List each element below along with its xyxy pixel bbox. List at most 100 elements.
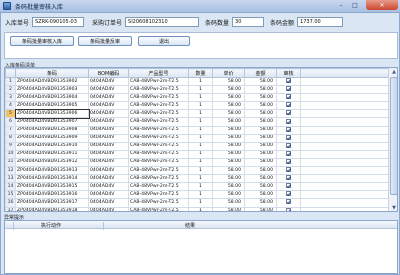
barcode-amount-field[interactable]: 1737.00 [297, 17, 344, 27]
cell-barcode[interactable]: ZP0404AD4VBD91353904 [15, 93, 89, 103]
cell-qty[interactable]: 1 [188, 93, 213, 103]
cell-barcode[interactable]: ZP0404AD4VBD91353911 [15, 149, 89, 159]
grid-scrollbar[interactable]: ▲ ▼ [388, 68, 397, 211]
scroll-up-icon[interactable]: ▲ [389, 68, 397, 76]
cell-model[interactable]: CAB-48VPwr-2m-T2.5 [128, 174, 189, 184]
cell-model[interactable]: CAB-48VPwr-2m-T2.5 [128, 149, 189, 159]
cell-barcode[interactable]: ZP0404AD4VBD91353908 [15, 125, 89, 135]
col-header-barcode[interactable]: 条码 [15, 68, 89, 78]
review-checkbox[interactable] [286, 94, 291, 100]
table-row[interactable]: 15 ZP0404AD4VBD91353916 0404AD4V CAB-48VPwr… [5, 190, 389, 200]
cell-price[interactable]: 58.00 [212, 206, 245, 211]
cell-amount[interactable]: 58.00 [244, 174, 277, 184]
cell-amount[interactable]: 58.00 [244, 141, 277, 151]
scroll-thumb[interactable] [390, 77, 397, 195]
cell-price[interactable]: 58.00 [212, 174, 245, 184]
cell-price[interactable]: 58.00 [212, 101, 245, 111]
cell-price[interactable]: 58.00 [212, 157, 245, 168]
cell-price[interactable]: 58.00 [212, 76, 245, 87]
cell-amount[interactable]: 58.00 [244, 101, 277, 111]
cell-price[interactable]: 58.00 [212, 109, 245, 119]
cell-bom[interactable]: 0404AD4V [88, 141, 129, 151]
cell-bom[interactable]: 0404AD4V [88, 174, 129, 184]
cell-amount[interactable]: 58.00 [244, 76, 277, 87]
table-row[interactable]: 3 ZP0404AD4VBD91353904 0404AD4V CAB-48VPwr-… [5, 93, 389, 103]
cell-bom[interactable]: 0404AD4V [88, 166, 129, 176]
row-number[interactable]: 14 [5, 182, 16, 192]
cell-qty[interactable]: 1 [188, 206, 213, 211]
cell-barcode[interactable]: ZP0404AD4VBD91353905 [15, 101, 89, 111]
table-row[interactable]: 2 ZP0404AD4VBD91353903 0404AD4V CAB-48VPwr-… [5, 85, 389, 95]
cell-barcode[interactable]: ZP0404AD4VBD91353909 [15, 133, 89, 143]
cell-model[interactable]: CAB-48VPwr-2m-T2.5 [128, 206, 189, 211]
cell-barcode[interactable]: ZP0404AD4VBD91353903 [15, 85, 89, 95]
table-row[interactable]: 4 ZP0404AD4VBD91353905 0404AD4V CAB-48VPwr-… [5, 101, 389, 111]
table-row[interactable]: 7 ZP0404AD4VBD91353908 0404AD4V CAB-48VPwr-… [5, 125, 389, 135]
cell-model[interactable]: CAB-48VPwr-2m-T2.5 [128, 76, 189, 87]
review-checkbox[interactable] [286, 102, 291, 108]
cell-barcode[interactable]: ZP0404AD4VBD91353916 [15, 190, 89, 200]
cell-bom[interactable]: 0404AD4V [88, 93, 129, 103]
cell-price[interactable]: 58.00 [212, 149, 245, 159]
exit-button[interactable]: 退出 [138, 36, 190, 46]
barcode-qty-field[interactable]: 30 [232, 17, 265, 27]
cell-model[interactable]: CAB-48VPwr-2m-T2.5 [128, 166, 189, 176]
row-number[interactable]: 12 [5, 166, 16, 176]
row-number[interactable]: 13 [5, 174, 16, 184]
review-checkbox[interactable] [286, 191, 291, 197]
cell-barcode[interactable]: ZP0404AD4VBD91353914 [15, 174, 89, 184]
cell-barcode[interactable]: ZP0404AD4VBD91353912 [15, 157, 89, 168]
cell-amount[interactable]: 58.00 [244, 109, 277, 119]
row-number[interactable]: 17 [5, 206, 16, 211]
batch-reject-button[interactable]: 条码批量反审 [78, 36, 132, 46]
cell-amount[interactable]: 58.00 [244, 85, 277, 95]
cell-bom[interactable]: 0404AD4V [88, 182, 129, 192]
review-checkbox[interactable] [286, 175, 291, 181]
cell-qty[interactable]: 1 [188, 166, 213, 176]
cell-price[interactable]: 58.00 [212, 85, 245, 95]
cell-bom[interactable]: 0404AD4V [88, 109, 129, 119]
cell-model[interactable]: CAB-48VPwr-2m-T2.5 [128, 85, 189, 95]
review-checkbox[interactable] [286, 127, 291, 132]
cell-price[interactable]: 58.00 [212, 93, 245, 103]
table-row[interactable]: 5 ZP0404AD4VBD91353906 0404AD4V CAB-48VPwr-… [5, 108, 389, 119]
review-checkbox[interactable] [286, 151, 291, 156]
row-number[interactable]: 7 [5, 125, 16, 135]
review-checkbox[interactable] [286, 183, 291, 189]
cell-barcode[interactable]: ZP0404AD4VBD91353910 [15, 141, 89, 151]
cell-qty[interactable]: 1 [188, 125, 213, 135]
row-number[interactable]: 2 [5, 85, 16, 95]
cell-qty[interactable]: 1 [188, 101, 213, 111]
col-header-result[interactable]: 结果 [185, 222, 195, 229]
review-checkbox[interactable] [286, 78, 291, 84]
col-header-amount[interactable]: 金额 [244, 68, 277, 78]
table-row[interactable]: 14 ZP0404AD4VBD91353915 0404AD4V CAB-48VPwr… [5, 182, 389, 192]
cell-model[interactable]: CAB-48VPwr-2m-T2.5 [128, 93, 189, 103]
review-checkbox[interactable] [286, 167, 291, 173]
review-checkbox[interactable] [286, 135, 291, 140]
maximize-button[interactable]: □ [348, 0, 362, 10]
table-row[interactable]: 6 ZP0404AD4VBD91353907 0404AD4V CAB-48VPwr-… [5, 117, 389, 127]
cell-bom[interactable]: 0404AD4V [88, 206, 129, 211]
table-row[interactable]: 13 ZP0404AD4VBD91353914 0404AD4V CAB-48VPwr… [5, 174, 389, 184]
review-checkbox[interactable] [286, 143, 291, 148]
cell-model[interactable]: CAB-48VPwr-2m-T2.5 [128, 109, 189, 119]
cell-barcode[interactable]: ZP0404AD4VBD91353907 [15, 117, 89, 127]
cell-bom[interactable]: 0404AD4V [88, 117, 129, 127]
cell-price[interactable]: 58.00 [212, 190, 245, 200]
cell-model[interactable]: CAB-48VPwr-2m-T2.5 [128, 133, 189, 143]
cell-bom[interactable]: 0404AD4V [88, 85, 129, 95]
table-row[interactable]: 9 ZP0404AD4VBD91353910 0404AD4V CAB-48VPwr-… [5, 141, 389, 151]
cell-bom[interactable]: 0404AD4V [88, 133, 129, 143]
review-checkbox[interactable] [286, 86, 291, 92]
row-number[interactable]: 8 [5, 133, 16, 143]
cell-model[interactable]: CAB-48VPwr-2m-T2.5 [128, 125, 189, 135]
row-number[interactable]: 15 [5, 190, 16, 200]
cell-amount[interactable]: 58.00 [244, 166, 277, 176]
cell-model[interactable]: CAB-48VPwr-2m-T2.5 [128, 198, 189, 208]
cell-bom[interactable]: 0404AD4V [88, 190, 129, 200]
cell-amount[interactable]: 58.00 [244, 93, 277, 103]
row-number[interactable]: 5 [5, 109, 16, 119]
minimize-button[interactable]: – [334, 0, 348, 10]
row-number[interactable]: 16 [5, 198, 16, 208]
